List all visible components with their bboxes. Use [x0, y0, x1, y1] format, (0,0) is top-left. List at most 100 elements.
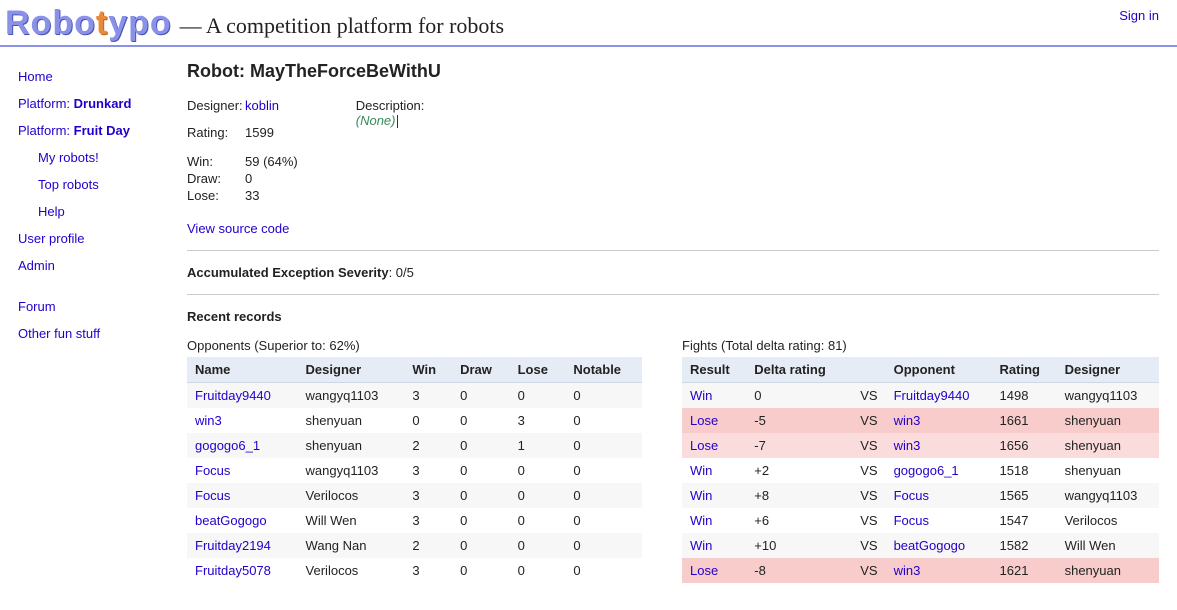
- nav-other-fun[interactable]: Other fun stuff: [18, 326, 100, 341]
- opponent-lose-cell: 0: [510, 508, 566, 533]
- site-logo[interactable]: Robotypo: [5, 4, 172, 43]
- opponent-designer-cell: shenyuan: [298, 408, 405, 433]
- nav-platform-fruitday[interactable]: Fruit Day: [74, 123, 130, 138]
- fight-designer-cell: shenyuan: [1057, 408, 1159, 433]
- content-divider-2: [187, 294, 1159, 295]
- sidebar: Home Platform: Drunkard Platform: Fruit …: [0, 47, 175, 595]
- text-cursor: [397, 115, 398, 128]
- fights-header-cell: Delta rating: [746, 357, 847, 383]
- opponent-name-link[interactable]: win3: [195, 413, 222, 428]
- opponent-row: beatGogogoWill Wen3000: [187, 508, 642, 533]
- logo-part-b: t: [96, 4, 108, 42]
- fight-opponent-link[interactable]: win3: [894, 563, 921, 578]
- opponent-name-link[interactable]: beatGogogo: [195, 513, 267, 528]
- nav-user-profile[interactable]: User profile: [18, 231, 84, 246]
- fight-designer-cell: wangyq1103: [1057, 483, 1159, 508]
- recent-records-title: Recent records: [187, 309, 1159, 324]
- opponent-row: Focuswangyq11033000: [187, 458, 642, 483]
- fight-result-link[interactable]: Win: [690, 513, 712, 528]
- fight-opponent-link[interactable]: gogogo6_1: [894, 463, 959, 478]
- tagline-text: — A competition platform for robots: [180, 13, 504, 43]
- opponent-name-link[interactable]: Fruitday2194: [195, 538, 271, 553]
- lose-label: Lose:: [187, 188, 245, 203]
- opponent-draw-cell: 0: [452, 558, 510, 583]
- nav-top-robots[interactable]: Top robots: [38, 177, 99, 192]
- fight-result-link[interactable]: Win: [690, 388, 712, 403]
- opponent-draw-cell: 0: [452, 533, 510, 558]
- fight-opponent-link[interactable]: Fruitday9440: [894, 388, 970, 403]
- logo-area: Robotypo — A competition platform for ro…: [5, 4, 504, 43]
- opponent-win-cell: 2: [404, 433, 452, 458]
- fight-rating-cell: 1621: [992, 558, 1057, 583]
- opponent-lose-cell: 0: [510, 483, 566, 508]
- nav-help[interactable]: Help: [38, 204, 65, 219]
- fight-opponent-link[interactable]: beatGogogo: [894, 538, 966, 553]
- fight-designer-cell: wangyq1103: [1057, 383, 1159, 409]
- fight-row: Lose-7VSwin31656shenyuan: [682, 433, 1159, 458]
- fight-opponent-link[interactable]: Focus: [894, 513, 929, 528]
- opponent-draw-cell: 0: [452, 433, 510, 458]
- fight-opponent-link[interactable]: Focus: [894, 488, 929, 503]
- opponent-row: Fruitday9440wangyq11033000: [187, 383, 642, 409]
- opponent-row: gogogo6_1shenyuan2010: [187, 433, 642, 458]
- opponent-row: Fruitday5078Verilocos3000: [187, 558, 642, 583]
- opponent-draw-cell: 0: [452, 458, 510, 483]
- opponent-designer-cell: shenyuan: [298, 433, 405, 458]
- opponent-name-link[interactable]: Fruitday9440: [195, 388, 271, 403]
- logo-part-c: ypo: [108, 4, 171, 42]
- opponent-lose-cell: 0: [510, 558, 566, 583]
- opponent-win-cell: 3: [404, 383, 452, 409]
- opponent-notable-cell: 0: [565, 383, 642, 409]
- fights-title: Fights (Total delta rating: 81): [682, 338, 1159, 353]
- nav-admin[interactable]: Admin: [18, 258, 55, 273]
- fight-result-link[interactable]: Lose: [690, 438, 718, 453]
- nav-my-robots[interactable]: My robots!: [38, 150, 99, 165]
- fights-header-cell: Designer: [1057, 357, 1159, 383]
- fight-opponent-link[interactable]: win3: [894, 413, 921, 428]
- acc-value: : 0/5: [389, 265, 414, 280]
- fight-rating-cell: 1518: [992, 458, 1057, 483]
- opponent-draw-cell: 0: [452, 383, 510, 409]
- fight-vs-cell: VS: [847, 558, 885, 583]
- win-label: Win:: [187, 154, 245, 169]
- opponent-name-link[interactable]: Focus: [195, 488, 230, 503]
- lose-value: 33: [245, 188, 259, 203]
- opponents-header-cell: Name: [187, 357, 298, 383]
- fight-designer-cell: Will Wen: [1057, 533, 1159, 558]
- fight-result-link[interactable]: Win: [690, 538, 712, 553]
- fight-vs-cell: VS: [847, 508, 885, 533]
- fight-result-link[interactable]: Lose: [690, 413, 718, 428]
- fight-designer-cell: shenyuan: [1057, 558, 1159, 583]
- fight-delta-cell: +8: [746, 483, 847, 508]
- fight-rating-cell: 1661: [992, 408, 1057, 433]
- opponent-name-link[interactable]: Fruitday5078: [195, 563, 271, 578]
- fight-delta-cell: -7: [746, 433, 847, 458]
- opponent-lose-cell: 1: [510, 433, 566, 458]
- sign-in-link[interactable]: Sign in: [1119, 8, 1159, 23]
- nav-platform-drunkard[interactable]: Drunkard: [74, 96, 132, 111]
- nav-forum[interactable]: Forum: [18, 299, 56, 314]
- fight-designer-cell: Verilocos: [1057, 508, 1159, 533]
- opponent-notable-cell: 0: [565, 433, 642, 458]
- fight-row: Win+2VSgogogo6_11518shenyuan: [682, 458, 1159, 483]
- fight-result-link[interactable]: Win: [690, 488, 712, 503]
- rating-value: 1599: [245, 125, 274, 140]
- fight-result-link[interactable]: Win: [690, 463, 712, 478]
- designer-link[interactable]: koblin: [245, 98, 279, 113]
- fight-result-link[interactable]: Lose: [690, 563, 718, 578]
- fight-designer-cell: shenyuan: [1057, 458, 1159, 483]
- opponent-name-link[interactable]: gogogo6_1: [195, 438, 260, 453]
- fight-rating-cell: 1565: [992, 483, 1057, 508]
- nav-home[interactable]: Home: [18, 69, 53, 84]
- opponent-designer-cell: Verilocos: [298, 558, 405, 583]
- fight-row: Win+10VSbeatGogogo1582Will Wen: [682, 533, 1159, 558]
- opponent-lose-cell: 0: [510, 383, 566, 409]
- opponent-name-link[interactable]: Focus: [195, 463, 230, 478]
- fight-opponent-link[interactable]: win3: [894, 438, 921, 453]
- view-source-link[interactable]: View source code: [187, 221, 289, 236]
- fight-row: Win+8VSFocus1565wangyq1103: [682, 483, 1159, 508]
- opponent-win-cell: 3: [404, 483, 452, 508]
- fights-header-cell: Result: [682, 357, 746, 383]
- nav-platform-label-2: Platform:: [18, 123, 70, 138]
- opponents-header-cell: Draw: [452, 357, 510, 383]
